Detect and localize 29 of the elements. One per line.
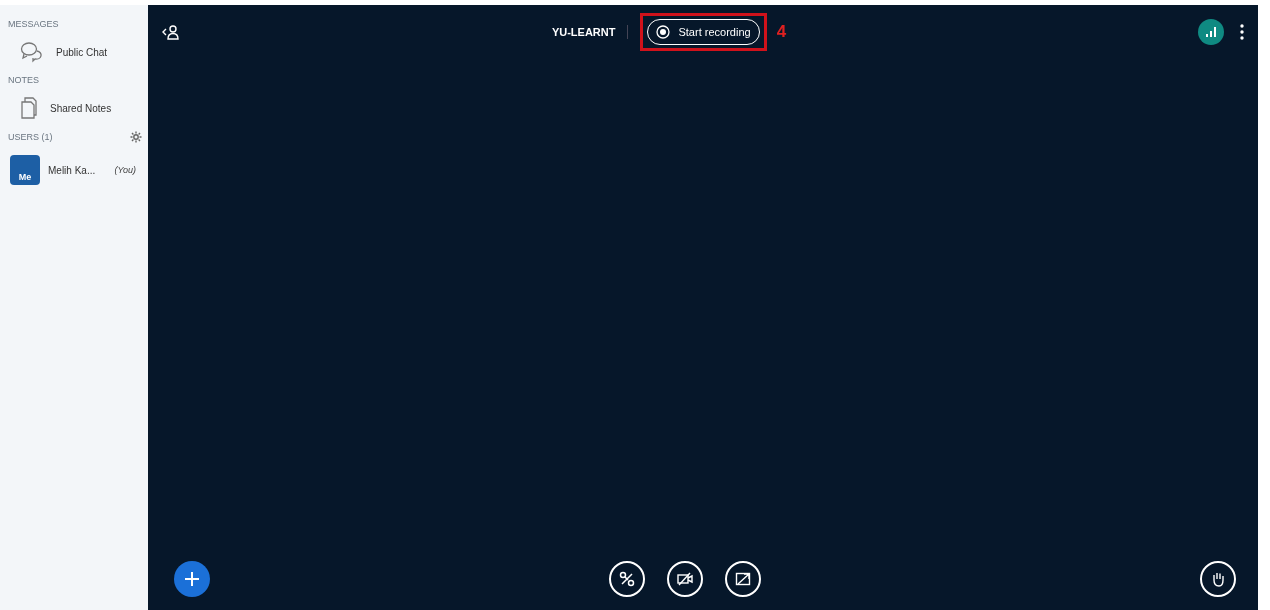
actions-button[interactable] [174,561,210,597]
more-options-icon[interactable] [1240,24,1244,40]
user-avatar: Me [10,155,40,185]
sidebar-item[interactable]: Shared Notes [8,91,142,127]
screen-share-off-button[interactable] [725,561,761,597]
section-title: NOTES [8,75,39,85]
meeting-title: YU-LEARNT [551,26,616,38]
toggle-user-list-icon[interactable] [162,24,180,40]
chat-icon [20,41,44,63]
raise-hand-button[interactable] [1200,561,1236,597]
camera-off-button[interactable] [667,561,703,597]
sidebar-item[interactable]: Public Chat [8,35,142,71]
sidebar-item-label: Shared Notes [50,102,112,114]
plus-icon [184,571,200,587]
user-item[interactable]: Me Melih Ka... (You) [8,149,142,193]
camera-off-icon [677,572,693,586]
connection-status-icon[interactable] [1198,19,1224,45]
screen-share-off-icon [735,572,751,586]
notes-icon [20,97,38,119]
user-name: Melih Ka... [48,164,96,176]
hand-icon [1211,571,1225,587]
record-icon [656,25,671,39]
annotation-number: 4 [776,22,787,42]
you-label: (You) [114,165,136,175]
sidebar-item-label: Public Chat [56,46,108,58]
settings-icon[interactable] [130,131,142,143]
section-title: MESSAGES [8,19,59,29]
section-title: USERS (1) [8,132,53,142]
join-audio-button[interactable] [609,561,645,597]
